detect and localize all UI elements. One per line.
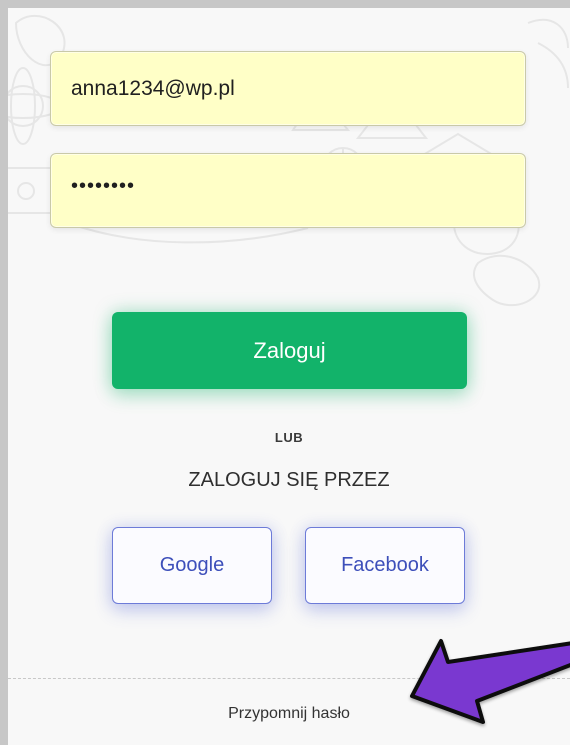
facebook-login-button[interactable]: Facebook bbox=[305, 527, 465, 604]
or-label: LUB bbox=[274, 430, 304, 445]
email-value: anna1234@wp.pl bbox=[71, 76, 235, 100]
google-login-button[interactable]: Google bbox=[112, 527, 272, 604]
login-card: anna1234@wp.pl •••••••• Zaloguj LUB ZALO… bbox=[8, 8, 570, 745]
password-value: •••••••• bbox=[71, 175, 136, 197]
password-field[interactable]: •••••••• bbox=[50, 153, 526, 228]
email-field[interactable]: anna1234@wp.pl bbox=[50, 51, 526, 126]
google-login-label: Google bbox=[159, 554, 225, 576]
login-button[interactable]: Zaloguj bbox=[112, 312, 467, 389]
login-via-label: ZALOGUJ SIĘ PRZEZ bbox=[188, 469, 390, 491]
remind-password-link[interactable]: Przypomnij hasło bbox=[8, 705, 570, 723]
login-button-label: Zaloguj bbox=[253, 337, 326, 363]
divider bbox=[8, 678, 570, 679]
facebook-login-label: Facebook bbox=[341, 554, 429, 576]
login-screen: anna1234@wp.pl •••••••• Zaloguj LUB ZALO… bbox=[0, 0, 570, 745]
